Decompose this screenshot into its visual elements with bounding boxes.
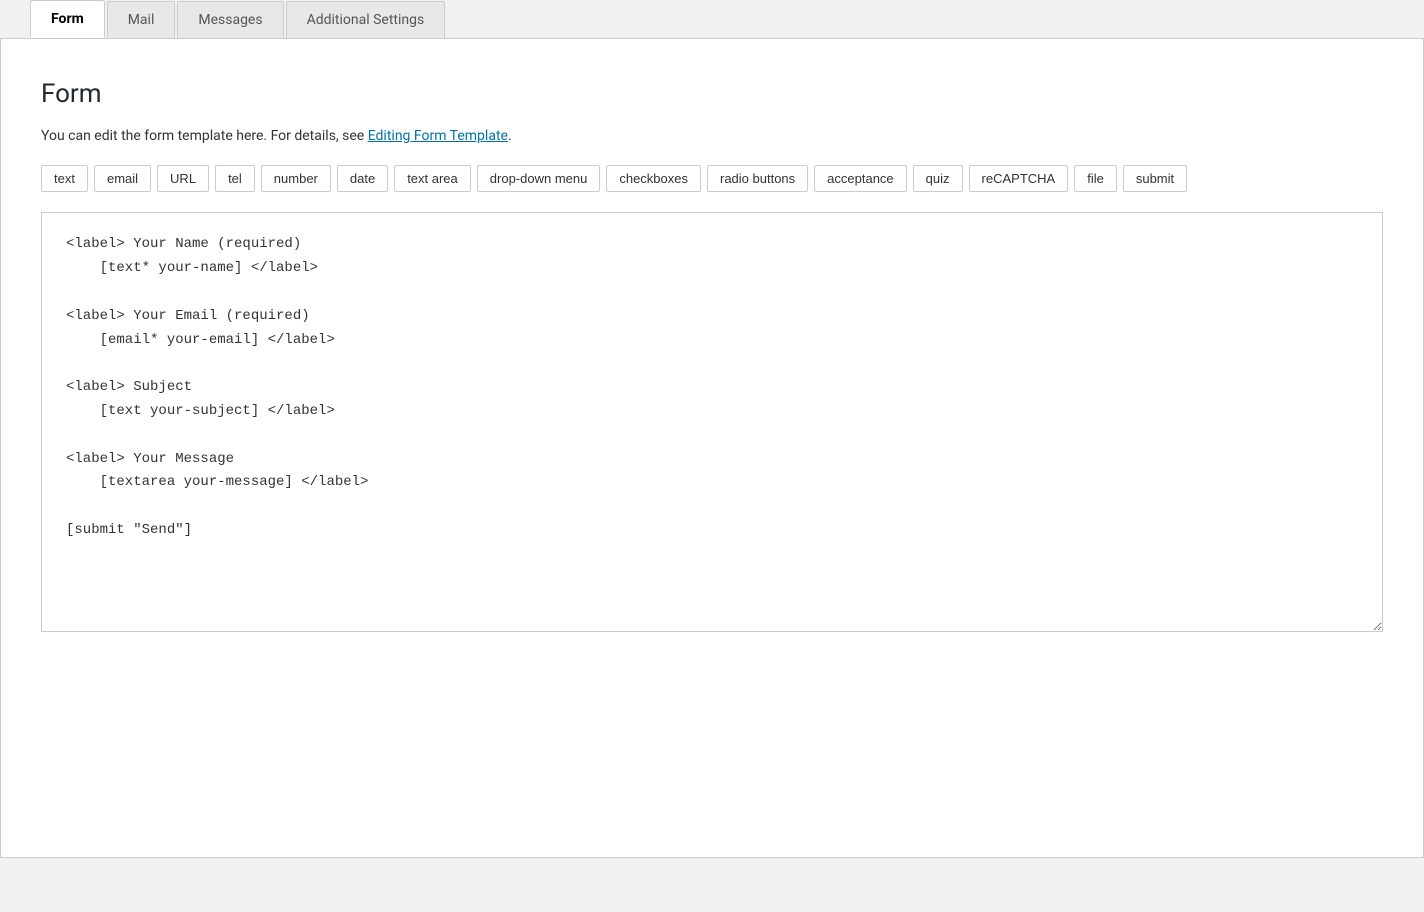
form-code-editor[interactable]: [41, 212, 1383, 632]
tag-btn-recaptcha[interactable]: reCAPTCHA: [969, 165, 1069, 192]
tag-btn-checkboxes[interactable]: checkboxes: [606, 165, 701, 192]
tag-btn-drop-down-menu[interactable]: drop-down menu: [477, 165, 601, 192]
tab-mail[interactable]: Mail: [107, 1, 176, 38]
tag-btn-url[interactable]: URL: [157, 165, 209, 192]
tag-btn-email[interactable]: email: [94, 165, 151, 192]
tag-btn-text[interactable]: text: [41, 165, 88, 192]
description-prefix: You can edit the form template here. For…: [41, 128, 368, 144]
tag-btn-acceptance[interactable]: acceptance: [814, 165, 907, 192]
tab-additional-settings[interactable]: Additional Settings: [286, 1, 446, 38]
editing-form-template-link[interactable]: Editing Form Template: [368, 128, 508, 144]
description-suffix: .: [508, 128, 512, 144]
tag-btn-radio-buttons[interactable]: radio buttons: [707, 165, 808, 192]
page-wrapper: FormMailMessagesAdditional Settings Form…: [0, 0, 1424, 912]
tag-btn-quiz[interactable]: quiz: [913, 165, 963, 192]
form-section-title: Form: [41, 79, 1383, 109]
tag-btn-date[interactable]: date: [337, 165, 388, 192]
tag-buttons-row-1: textemailURLtelnumberdatetext areadrop-d…: [41, 165, 1383, 192]
tab-form[interactable]: Form: [30, 0, 105, 38]
form-description: You can edit the form template here. For…: [41, 125, 1383, 147]
tag-btn-file[interactable]: file: [1074, 165, 1117, 192]
tag-btn-number[interactable]: number: [261, 165, 331, 192]
tab-messages[interactable]: Messages: [177, 1, 283, 38]
tag-btn-tel[interactable]: tel: [215, 165, 255, 192]
tabs-nav: FormMailMessagesAdditional Settings: [0, 0, 1424, 38]
tag-btn-text-area[interactable]: text area: [394, 165, 471, 192]
tag-btn-submit[interactable]: submit: [1123, 165, 1187, 192]
tab-content: Form You can edit the form template here…: [0, 38, 1424, 858]
